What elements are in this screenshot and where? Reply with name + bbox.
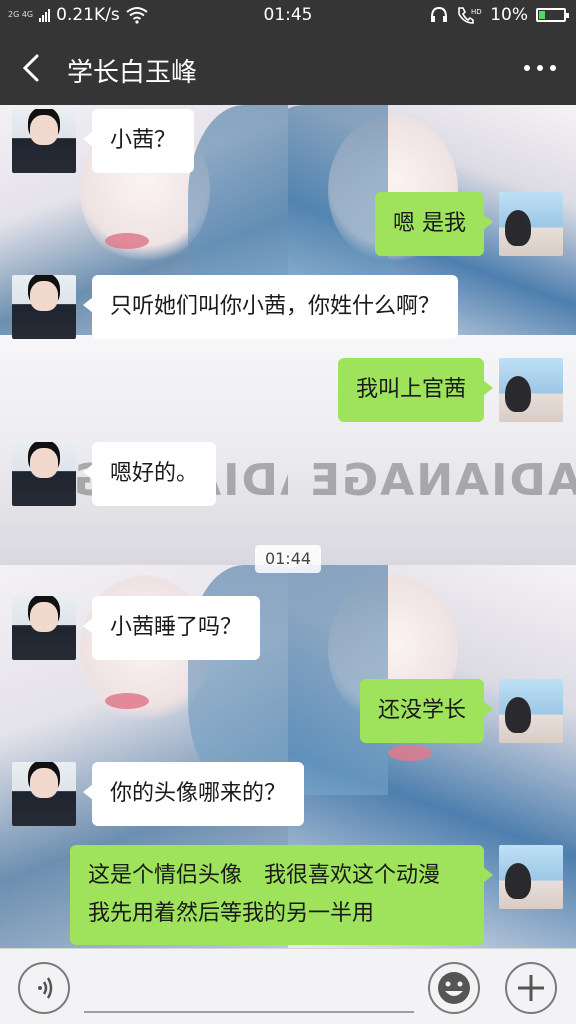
svg-text:HD: HD xyxy=(471,8,482,16)
message-bubble-incoming[interactable]: 只听她们叫你小茜，你姓什么啊？ xyxy=(82,275,459,339)
battery-icon xyxy=(536,8,569,22)
plus-button[interactable] xyxy=(505,962,557,1014)
status-bar: 2G 4G 0.21K/s 01:45 HD 10% xyxy=(0,0,576,30)
emoji-icon xyxy=(438,972,470,1004)
message-bubble-incoming[interactable]: 小茜睡了吗？ xyxy=(82,596,261,660)
chat-area[interactable]: ADIANAGE ADIANAGE 小茜？ 嗯 是我 只听她们叫你小茜，你姓什么… xyxy=(0,105,576,948)
contact-avatar[interactable] xyxy=(12,275,76,339)
message-bubble-outgoing[interactable]: 我叫上官茜 xyxy=(337,358,494,422)
contact-avatar[interactable] xyxy=(12,762,76,826)
input-bar xyxy=(0,948,576,1024)
headset-icon xyxy=(431,6,448,22)
voice-icon xyxy=(38,977,53,999)
self-avatar[interactable] xyxy=(499,679,563,743)
self-avatar[interactable] xyxy=(499,845,563,909)
message-bubble-incoming[interactable]: 你的头像哪来的？ xyxy=(82,762,305,826)
self-avatar[interactable] xyxy=(499,358,563,422)
plus-icon xyxy=(518,975,544,1001)
chat-header: 学长白玉峰 xyxy=(0,30,576,105)
emoji-button[interactable] xyxy=(428,962,480,1014)
message-input[interactable] xyxy=(84,963,414,1013)
more-dots-icon[interactable] xyxy=(522,60,558,76)
message-bubble-outgoing[interactable]: 还没学长 xyxy=(359,679,494,743)
battery-percent: 10% xyxy=(490,5,528,25)
back-chevron-icon[interactable] xyxy=(14,50,50,86)
message-bubble-outgoing[interactable]: 这是个情侣头像 我很喜欢这个动漫 我先用着然后等我的另一半用 xyxy=(70,845,493,945)
hd-call-icon: HD xyxy=(458,7,482,24)
contact-avatar[interactable] xyxy=(12,109,76,173)
message-bubble-incoming[interactable]: 小茜？ xyxy=(82,109,195,173)
voice-button[interactable] xyxy=(18,962,70,1014)
chat-title: 学长白玉峰 xyxy=(67,58,198,88)
contact-avatar[interactable] xyxy=(12,596,76,660)
self-avatar[interactable] xyxy=(499,192,563,256)
status-right: HD 10% xyxy=(430,5,569,25)
contact-avatar[interactable] xyxy=(12,442,76,506)
message-bubble-outgoing[interactable]: 嗯 是我 xyxy=(375,192,493,256)
message-timestamp: 01:44 xyxy=(255,545,321,573)
message-bubble-incoming[interactable]: 嗯好的。 xyxy=(82,442,217,506)
